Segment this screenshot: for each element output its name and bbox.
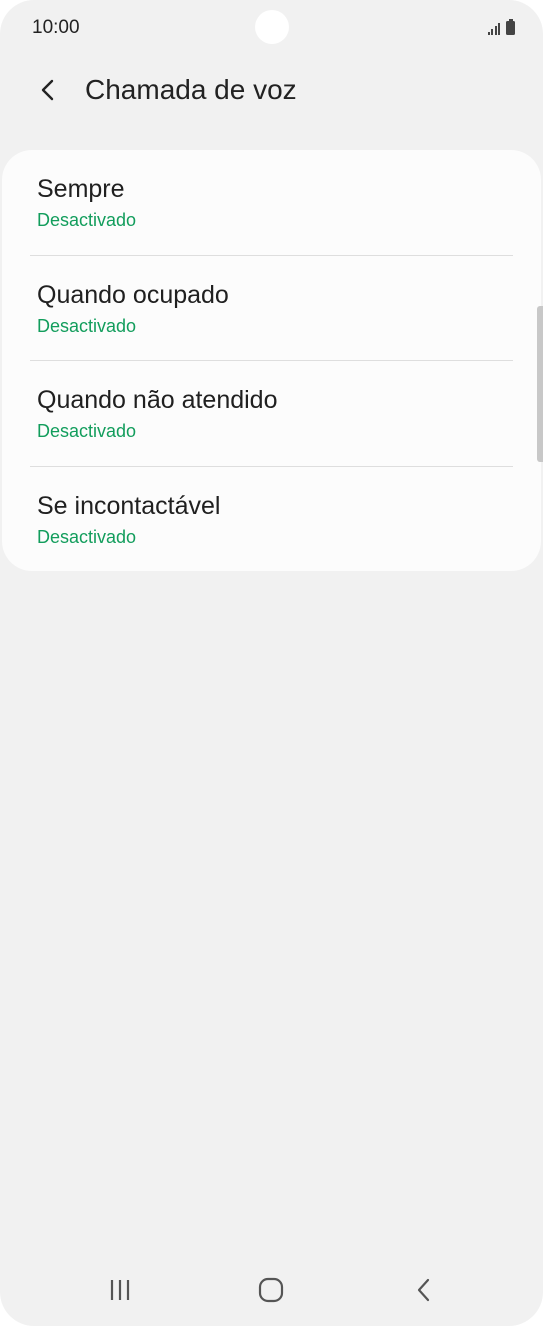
list-item-quando-ocupado[interactable]: Quando ocupado Desactivado <box>2 256 541 361</box>
recents-icon <box>110 1280 130 1300</box>
list-item-title: Sempre <box>37 175 125 203</box>
battery-icon <box>506 19 515 35</box>
list-item-quando-nao-atendido[interactable]: Quando não atendido Desactivado <box>2 361 541 467</box>
status-icons <box>487 19 515 35</box>
list-item-se-incontactavel[interactable]: Se incontactável Desactivado <box>2 467 541 572</box>
signal-icon <box>487 23 500 35</box>
recents-button[interactable] <box>98 1270 142 1310</box>
navigation-bar <box>0 1258 543 1322</box>
list-item-status: Desactivado <box>37 526 137 547</box>
app-header: Chamada de voz <box>0 58 543 122</box>
phone-screen: 10:00 Chamada de voz Sempre Desactivado <box>0 0 543 1326</box>
list-item-sempre[interactable]: Sempre Desactivado <box>2 150 541 256</box>
list-item-status: Desactivado <box>37 421 137 441</box>
chevron-left-icon <box>41 79 54 101</box>
list-item-title: Quando não atendido <box>37 386 278 414</box>
back-nav-button[interactable] <box>402 1270 446 1310</box>
back-button[interactable] <box>28 70 68 110</box>
home-button[interactable] <box>249 1270 293 1310</box>
status-bar: 10:00 <box>0 0 543 56</box>
page-title: Chamada de voz <box>85 74 297 105</box>
forwarding-options-list: Sempre Desactivado Quando ocupado Desact… <box>2 150 541 571</box>
status-time: 10:00 <box>32 17 80 38</box>
list-item-title: Quando ocupado <box>37 280 229 309</box>
back-icon <box>417 1278 430 1302</box>
scroll-handle[interactable] <box>537 306 543 462</box>
list-item-title: Se incontactável <box>37 491 221 520</box>
list-item-status: Desactivado <box>37 210 137 230</box>
camera-cutout <box>255 10 289 44</box>
list-item-status: Desactivado <box>37 315 137 336</box>
home-icon <box>258 1277 284 1303</box>
